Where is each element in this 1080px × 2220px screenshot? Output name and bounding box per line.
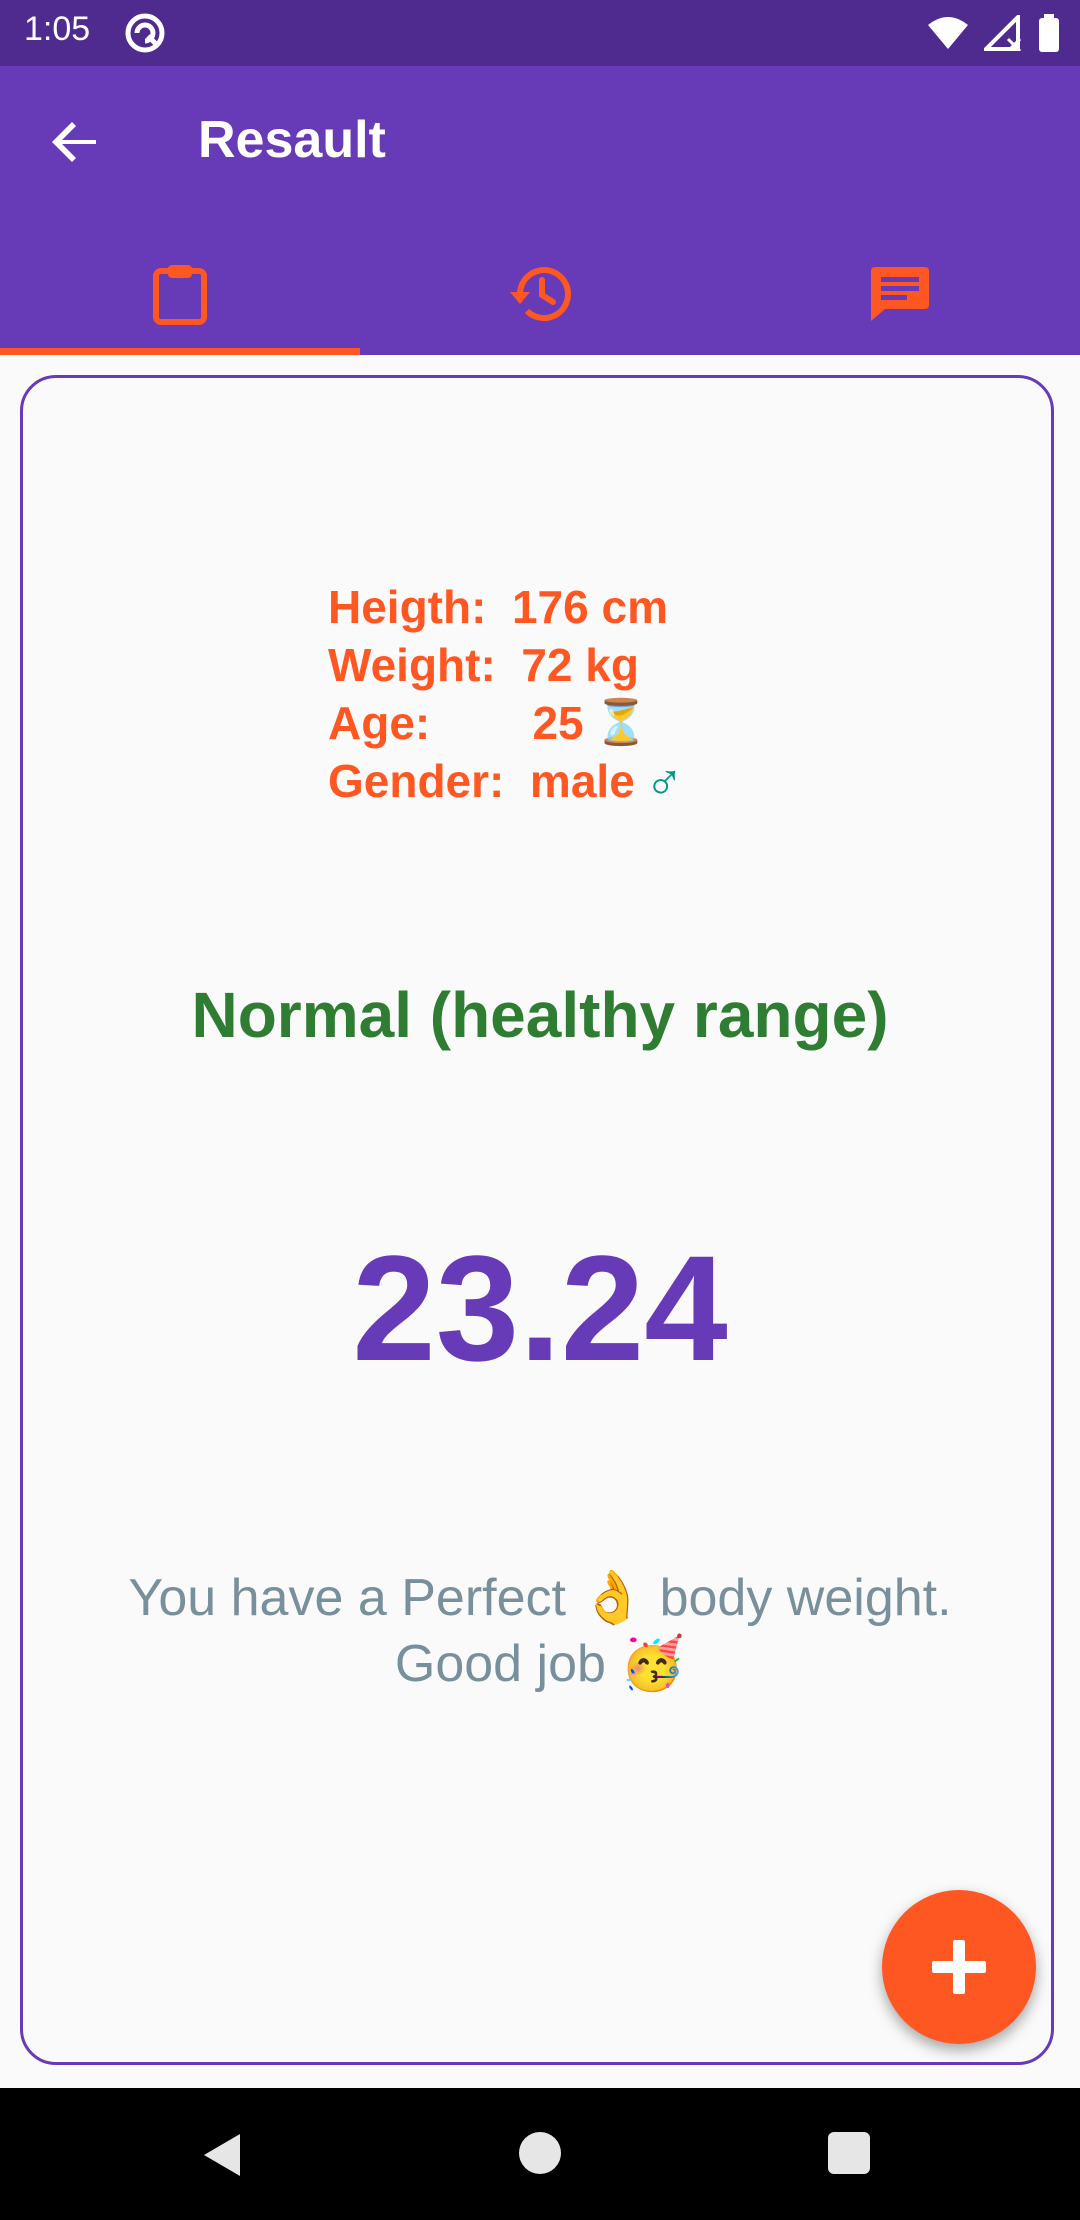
age-row: Age: 25 ⏳ <box>328 694 684 752</box>
message-icon <box>871 266 929 321</box>
message-line-2: Good job 🥳 <box>0 1631 1080 1697</box>
add-fab-button[interactable] <box>882 1890 1036 2044</box>
signal-icon <box>984 15 1022 51</box>
nav-home-button[interactable] <box>519 2132 561 2174</box>
tab-clipboard[interactable] <box>0 232 360 355</box>
tab-indicator <box>0 348 360 355</box>
tab-history[interactable] <box>360 232 720 355</box>
nav-back-icon[interactable] <box>200 2132 244 2178</box>
result-message: You have a Perfect 👌 body weight. Good j… <box>0 1565 1080 1697</box>
message-text-end: body weight. <box>645 1569 952 1627</box>
user-info: Heigth: 176 cm Weight: 72 kg Age: 25 ⏳ G… <box>328 578 684 810</box>
tab-bar <box>0 232 1080 355</box>
status-time: 1:05 <box>24 10 91 48</box>
ok-hand-icon: 👌 <box>580 1569 646 1627</box>
nav-recents-button[interactable] <box>828 2132 870 2174</box>
age-text: Age: 25 <box>328 697 584 749</box>
weight-text: Weight: 72 kg <box>328 639 639 691</box>
app-bar: Resault <box>0 66 1080 355</box>
weight-row: Weight: 72 kg <box>328 636 684 694</box>
message-line-1: You have a Perfect 👌 body weight. <box>0 1565 1080 1631</box>
arrow-back-icon <box>52 122 96 162</box>
history-icon <box>510 266 571 321</box>
clipboard-icon <box>153 264 207 325</box>
plus-icon <box>932 1940 986 1994</box>
party-face-icon: 🥳 <box>620 1635 686 1693</box>
bmi-value: 23.24 <box>352 1224 728 1392</box>
battery-icon <box>1039 14 1059 52</box>
height-text: Heigth: 176 cm <box>328 581 668 633</box>
gender-text: Gender: male <box>328 755 635 807</box>
system-nav-bar <box>0 2088 1080 2220</box>
page-title: Resault <box>198 111 386 169</box>
gender-row: Gender: male ♂ <box>328 752 684 810</box>
status-bar: 1:05 <box>0 0 1080 66</box>
app-notification-icon <box>125 13 165 53</box>
hourglass-icon: ⏳ <box>593 698 649 747</box>
wifi-icon <box>928 17 968 49</box>
back-button[interactable] <box>44 110 108 174</box>
message-text-start: You have a Perfect <box>128 1569 581 1627</box>
male-sign-icon: ♂ <box>644 752 684 810</box>
bmi-category: Normal (healthy range) <box>191 979 889 1051</box>
height-row: Heigth: 176 cm <box>328 578 684 636</box>
tab-message[interactable] <box>720 232 1080 355</box>
message-text-good-job: Good job <box>394 1635 621 1693</box>
